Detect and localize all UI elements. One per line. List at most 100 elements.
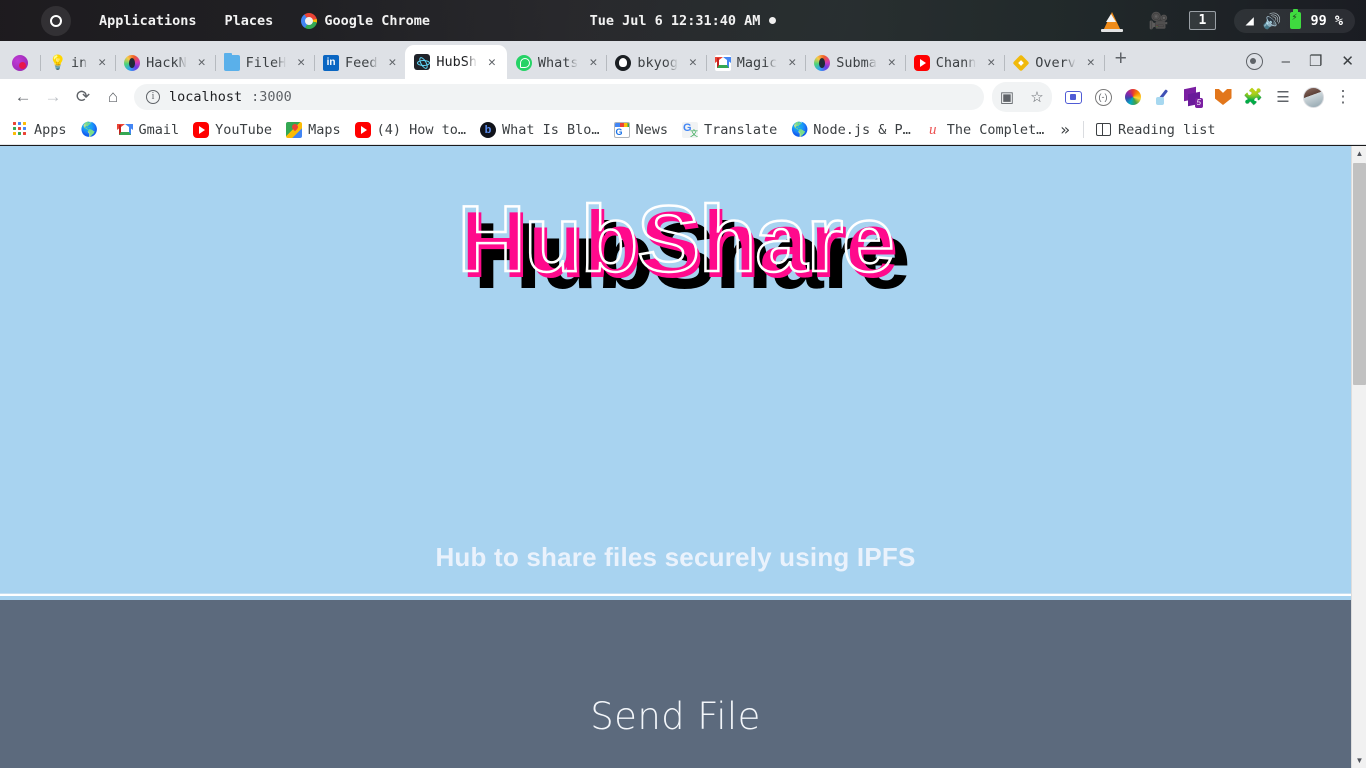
battery-percent: 99 % xyxy=(1310,12,1343,29)
profile-avatar[interactable] xyxy=(1298,82,1328,112)
tab-hackerearth[interactable]: HackN ✕ xyxy=(115,46,216,79)
app-menu-google-chrome[interactable]: Google Chrome xyxy=(301,12,430,29)
tab-hubshare-active[interactable]: HubSh ✕ xyxy=(405,45,507,79)
forward-button[interactable]: → xyxy=(38,82,68,112)
extensions-puzzle-icon[interactable]: 🧩 xyxy=(1238,82,1268,112)
tab-close-icon[interactable]: ✕ xyxy=(193,55,211,70)
bookmark-what-is-blockchain[interactable]: b What Is Blo… xyxy=(473,119,607,141)
tab-binance-overview[interactable]: Overv ✕ xyxy=(1004,46,1105,79)
bookmark-label: (4) How to… xyxy=(376,121,466,138)
layers-badge-count: 5 xyxy=(1194,98,1203,108)
tab-close-icon[interactable]: ✕ xyxy=(1082,55,1100,70)
tab-linkedin-feed[interactable]: in Feed ✕ xyxy=(314,46,407,79)
applications-menu[interactable]: Applications xyxy=(99,13,197,29)
tab-github[interactable]: bkyog ✕ xyxy=(606,46,707,79)
screen-capture-icon[interactable] xyxy=(1058,82,1088,112)
close-window-button[interactable]: ✕ xyxy=(1341,54,1354,69)
youtube-icon xyxy=(913,54,930,71)
scrollbar-thumb[interactable] xyxy=(1353,163,1366,385)
tab-in[interactable]: 💡 in ✕ xyxy=(40,46,117,79)
circle-dash-icon[interactable]: (-) xyxy=(1088,82,1118,112)
bookmark-globe[interactable]: 🌎 xyxy=(74,119,110,141)
back-button[interactable]: ← xyxy=(8,82,38,112)
bookmark-maps[interactable]: Maps xyxy=(279,119,348,141)
bookmark-apps[interactable]: Apps xyxy=(6,119,74,141)
bookmark-translate[interactable]: Translate xyxy=(675,119,784,141)
bookmark-how-to[interactable]: (4) How to… xyxy=(348,119,473,141)
bookmark-label: What Is Blo… xyxy=(501,121,600,138)
screen-recorder-icon[interactable]: 🎥 xyxy=(1149,11,1169,30)
bookmark-star-icon[interactable]: ☆ xyxy=(1022,82,1052,112)
tab-filehub[interactable]: FileH ✕ xyxy=(215,46,316,79)
clock-text: Tue Jul 6 12:31:40 AM xyxy=(589,12,761,29)
activities-button[interactable] xyxy=(41,5,71,36)
home-button[interactable]: ⌂ xyxy=(98,82,128,112)
maximize-button[interactable]: ❐ xyxy=(1309,54,1322,69)
bookmark-label: YouTube xyxy=(215,121,273,138)
bookmark-the-complete[interactable]: u The Complet… xyxy=(918,119,1052,141)
tab-close-icon[interactable]: ✕ xyxy=(292,55,310,70)
reload-button[interactable]: ⟳ xyxy=(68,82,98,112)
tab-submissions[interactable]: Subma ✕ xyxy=(805,46,906,79)
activities-ring-icon xyxy=(50,14,62,27)
reading-list-icon[interactable]: ☰ xyxy=(1268,82,1298,112)
address-bar[interactable]: i localhost:3000 xyxy=(134,84,984,110)
tab-close-icon[interactable]: ✕ xyxy=(783,55,801,70)
section-divider xyxy=(0,593,1351,596)
tab-label: Feed xyxy=(345,54,378,71)
bookmark-news[interactable]: News xyxy=(607,119,676,141)
site-info-icon[interactable]: i xyxy=(146,90,160,104)
metamask-icon[interactable] xyxy=(1208,82,1238,112)
bookmark-label: Apps xyxy=(34,121,67,138)
translate-icon[interactable]: ▣ xyxy=(992,82,1022,112)
tab-whatsapp[interactable]: Whats ✕ xyxy=(507,46,608,79)
gnome-top-bar: Applications Places Google Chrome Tue Ju… xyxy=(0,0,1366,41)
system-status-menu[interactable]: ◢ 🔊 99 % xyxy=(1234,8,1355,33)
tab-close-icon[interactable]: ✕ xyxy=(684,55,702,70)
tab-gmail[interactable]: Magic ✕ xyxy=(706,46,807,79)
bookmark-label: Node.js & P… xyxy=(813,121,911,138)
toolbar-actions: ▣ ☆ (-) 5 🧩 ☰ ⋮ xyxy=(992,82,1358,112)
eyedropper-icon[interactable] xyxy=(1148,82,1178,112)
bookmark-gmail[interactable]: Gmail xyxy=(110,119,187,141)
google-news-icon xyxy=(613,121,630,138)
tab-close-icon[interactable]: ✕ xyxy=(384,55,402,70)
bookmarks-overflow-button[interactable]: » xyxy=(1051,120,1079,139)
folder-icon xyxy=(223,52,240,71)
tab-label: Overv xyxy=(1035,54,1076,71)
reading-list-icon xyxy=(1095,122,1111,136)
tab-close-icon[interactable]: ✕ xyxy=(93,55,111,70)
bookmark-label: Translate xyxy=(704,121,778,138)
app-menu-label: Google Chrome xyxy=(324,12,430,29)
reading-list-button[interactable]: Reading list xyxy=(1090,119,1222,141)
chrome-menu-button[interactable]: ⋮ xyxy=(1328,82,1358,112)
battery-icon xyxy=(1290,9,1302,29)
vlc-icon[interactable] xyxy=(1099,8,1125,34)
tab-close-icon[interactable]: ✕ xyxy=(883,55,901,70)
tab-label: HackN xyxy=(146,54,187,71)
page-scrollbar[interactable]: ▲ ▼ xyxy=(1351,146,1366,768)
bookmark-label: Maps xyxy=(308,121,341,138)
bookmark-nodejs[interactable]: 🌎 Node.js & P… xyxy=(784,119,918,141)
layers-badge-icon[interactable]: 5 xyxy=(1178,82,1208,112)
tab-close-icon[interactable]: ✕ xyxy=(483,55,501,70)
bookmark-youtube[interactable]: YouTube xyxy=(186,119,279,141)
tab-label: in xyxy=(71,54,88,71)
apps-grid-icon xyxy=(13,122,28,137)
hubshare-logo: HubShare HubShare HubShare xyxy=(416,190,936,312)
color-wheel-icon[interactable] xyxy=(1118,82,1148,112)
tab-pinned[interactable] xyxy=(0,46,41,79)
scroll-up-arrow[interactable]: ▲ xyxy=(1352,146,1366,161)
send-file-section: Send File xyxy=(0,600,1351,768)
tab-label: Whats xyxy=(537,54,579,71)
scroll-down-arrow[interactable]: ▼ xyxy=(1352,753,1366,768)
new-tab-button[interactable]: + xyxy=(1104,48,1138,73)
tab-close-icon[interactable]: ✕ xyxy=(982,55,1000,70)
tab-youtube-channel[interactable]: Chann ✕ xyxy=(905,46,1006,79)
url-host: localhost xyxy=(169,89,243,105)
workspace-indicator[interactable]: 1 xyxy=(1188,11,1217,30)
minimize-button[interactable]: – xyxy=(1282,54,1290,69)
tab-close-icon[interactable]: ✕ xyxy=(584,55,602,70)
tracking-protection-icon[interactable] xyxy=(1245,53,1263,70)
places-menu[interactable]: Places xyxy=(225,13,274,29)
